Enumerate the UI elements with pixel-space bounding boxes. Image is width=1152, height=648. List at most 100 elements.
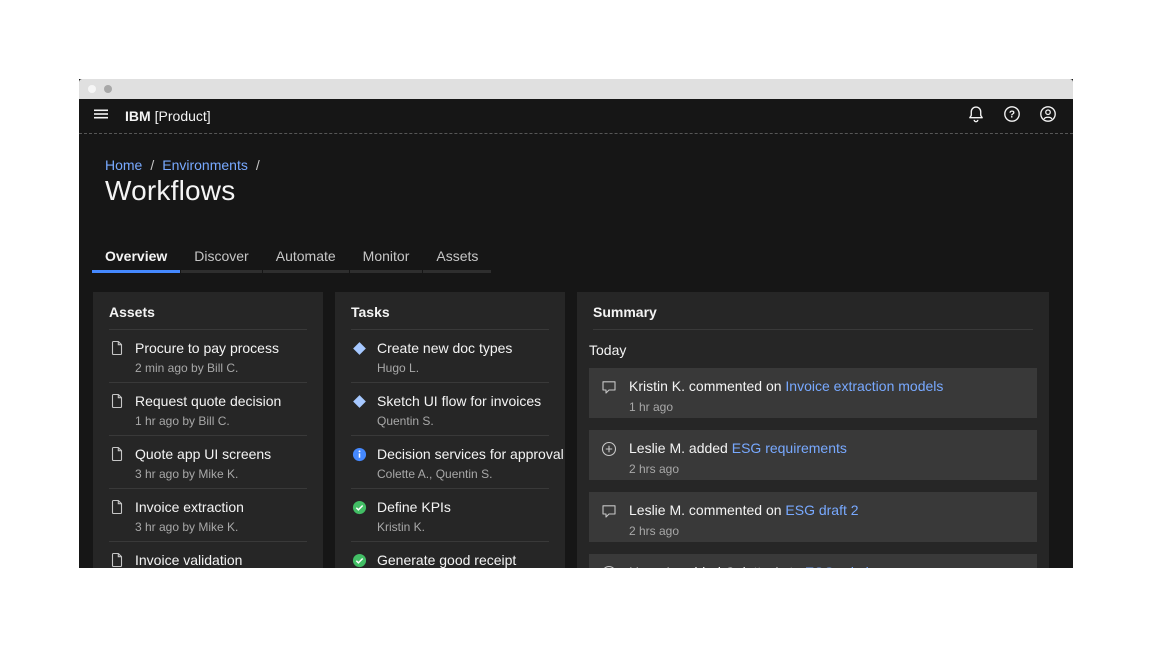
task-title: Define KPIs [377, 498, 451, 516]
info-icon [351, 446, 367, 462]
task-list-item[interactable]: Generate good receipt [335, 542, 565, 568]
activity-link[interactable]: ESG requirements [732, 440, 847, 456]
document-icon [109, 446, 125, 462]
window-dot [88, 85, 96, 93]
asset-title: Procure to pay process [135, 339, 279, 357]
help-icon: ? [1003, 105, 1021, 128]
menu-button[interactable] [84, 99, 118, 133]
avatar-icon [1039, 105, 1057, 128]
asset-list-item[interactable]: Request quote decision 1 hr ago by Bill … [93, 383, 323, 436]
comment-icon [601, 503, 617, 519]
activity-text-line: Leslie M. commented on ESG draft 2 [629, 502, 859, 519]
breadcrumb-separator: / [150, 157, 154, 173]
assets-card-title: Assets [109, 303, 307, 321]
task-meta: Hugo L. [377, 361, 512, 376]
app-window: IBM[Product] ? Home / Environments / [79, 79, 1073, 568]
assets-card: Assets Procure to pay process 2 min ago … [93, 292, 323, 568]
activity-time: 2 hrs ago [629, 524, 859, 539]
asset-list-item[interactable]: Invoice extraction 3 hr ago by Mike K. [93, 489, 323, 542]
tab-discover[interactable]: Discover [181, 241, 261, 273]
summary-card-title: Summary [593, 303, 1033, 321]
asset-title: Request quote decision [135, 392, 281, 410]
comment-icon [601, 379, 617, 395]
task-title: Decision services for approval [377, 445, 564, 463]
activity-link[interactable]: Invoice extraction models [785, 378, 943, 394]
document-icon [109, 393, 125, 409]
activity-time: 1 hr ago [629, 400, 943, 415]
activity-item: Leslie M. added ESG requirements 2 hrs a… [589, 430, 1037, 480]
tab-automate[interactable]: Automate [263, 241, 349, 273]
window-chrome-bar [79, 79, 1073, 99]
document-icon [109, 552, 125, 568]
add-icon [601, 441, 617, 457]
document-icon [109, 499, 125, 515]
asset-meta: 2 min ago by Bill C. [135, 361, 279, 376]
brand: IBM[Product] [125, 108, 211, 124]
bell-icon [967, 105, 985, 128]
activity-feed: Kristin K. commented on Invoice extracti… [577, 368, 1049, 568]
help-button[interactable]: ? [994, 99, 1030, 133]
asset-list-item[interactable]: Procure to pay process 2 min ago by Bill… [93, 330, 323, 383]
asset-list-item[interactable]: Invoice validation [93, 542, 323, 568]
in-progress-icon [351, 340, 367, 356]
asset-title: Invoice validation [135, 551, 242, 568]
document-icon [109, 340, 125, 356]
hamburger-icon [93, 106, 109, 127]
tab-bar: Overview Discover Automate Monitor Asset… [92, 241, 1073, 273]
account-button[interactable] [1030, 99, 1066, 133]
task-list-item[interactable]: Create new doc types Hugo L. [335, 330, 565, 383]
svg-text:?: ? [1009, 109, 1015, 120]
assets-list: Procure to pay process 2 min ago by Bill… [93, 330, 323, 568]
tasks-list: Create new doc types Hugo L. Sketch UI f… [335, 330, 565, 568]
user-icon [601, 565, 617, 568]
breadcrumb-link-home[interactable]: Home [105, 157, 142, 173]
task-title: Sketch UI flow for invoices [377, 392, 541, 410]
breadcrumb: Home / Environments / [105, 156, 1073, 174]
task-meta: Kristin K. [377, 520, 451, 535]
asset-list-item[interactable]: Quote app UI screens 3 hr ago by Mike K. [93, 436, 323, 489]
breadcrumb-link-environments[interactable]: Environments [162, 157, 248, 173]
summary-card: Summary Today Kristin K. commented on In… [577, 292, 1049, 568]
activity-time: 2 hrs ago [629, 462, 847, 477]
checkmark-icon [351, 552, 367, 568]
header-actions: ? [958, 99, 1073, 133]
asset-meta: 3 hr ago by Mike K. [135, 467, 271, 482]
brand-product: [Product] [155, 108, 211, 124]
window-dot [104, 85, 112, 93]
app-header: IBM[Product] ? [79, 99, 1073, 134]
tasks-card-title: Tasks [351, 303, 549, 321]
brand-prefix: IBM [125, 108, 151, 124]
task-meta: Quentin S. [377, 414, 541, 429]
activity-text-line: Leslie M. added ESG requirements [629, 440, 847, 457]
summary-card-header: Summary [577, 292, 1049, 330]
activity-link[interactable]: ESG draft 2 [785, 502, 858, 518]
activity-item: Leslie M. commented on ESG draft 2 2 hrs… [589, 492, 1037, 542]
today-label: Today [577, 330, 1049, 368]
page-title: Workflows [105, 174, 1073, 208]
task-list-item[interactable]: Define KPIs Kristin K. [335, 489, 565, 542]
tasks-card: Tasks Create new doc types Hugo L. Sketc… [335, 292, 565, 568]
activity-text-line: Kristin K. commented on Invoice extracti… [629, 378, 943, 395]
notifications-button[interactable] [958, 99, 994, 133]
tab-monitor[interactable]: Monitor [350, 241, 423, 273]
task-list-item[interactable]: Sketch UI flow for invoices Quentin S. [335, 383, 565, 436]
checkmark-icon [351, 499, 367, 515]
tasks-card-header: Tasks [335, 292, 565, 330]
activity-item: Hugo L. added Colette A. to ESG admins [589, 554, 1037, 568]
in-progress-icon [351, 393, 367, 409]
tab-assets[interactable]: Assets [423, 241, 491, 273]
activity-text-line: Hugo L. added Colette A. to ESG admins [629, 564, 884, 568]
task-list-item[interactable]: Decision services for approval Colette A… [335, 436, 565, 489]
tab-overview[interactable]: Overview [92, 241, 180, 273]
activity-text: Leslie M. added [629, 440, 732, 456]
task-meta: Colette A., Quentin S. [377, 467, 564, 482]
activity-text: Kristin K. commented on [629, 378, 785, 394]
task-title: Create new doc types [377, 339, 512, 357]
activity-link[interactable]: ESG admins [805, 564, 884, 568]
asset-meta: 3 hr ago by Mike K. [135, 520, 244, 535]
activity-text: Leslie M. commented on [629, 502, 785, 518]
task-title: Generate good receipt [377, 551, 516, 568]
asset-meta: 1 hr ago by Bill C. [135, 414, 281, 429]
breadcrumb-separator: / [256, 157, 260, 173]
asset-title: Invoice extraction [135, 498, 244, 516]
